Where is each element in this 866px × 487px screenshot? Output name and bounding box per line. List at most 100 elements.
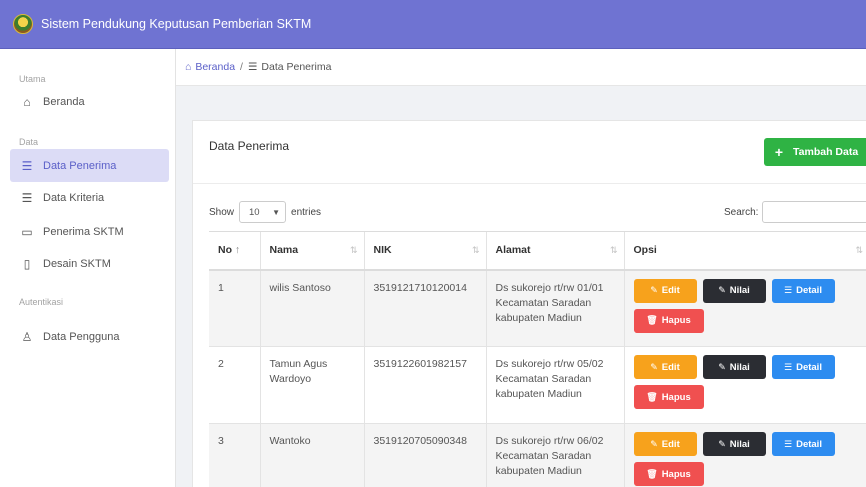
cell-nik: 3519121710120014 — [363, 269, 486, 347]
sidebar-item-label: Beranda — [43, 95, 85, 108]
regency-logo-icon — [13, 14, 33, 34]
sidebar-item-label: Desain SKTM — [43, 257, 111, 270]
home-icon[interactable]: ⌂ — [185, 61, 191, 73]
data-table: No ↑ Nama ⇅ NIK ⇅ Alamat ⇅ Opsi ⇅ 1 wilis Sa… — [209, 231, 866, 487]
top-navbar: Sistem Pendukung Keputusan Pemberian SKT… — [0, 0, 866, 49]
cell-no: 3 — [209, 423, 260, 487]
column-header-nik[interactable]: NIK ⇅ — [363, 231, 486, 271]
table-row: 1 wilis Santoso 3519121710120014 Ds suko… — [209, 269, 866, 347]
cell-alamat: Ds sukorejo rt/rw 01/01 Kecamatan Sarada… — [485, 269, 624, 347]
database-icon: ☰ — [784, 285, 793, 295]
database-icon: ☰ — [784, 438, 793, 449]
sidebar-item-desain-sktm[interactable]: ▯ Desain SKTM — [10, 247, 169, 280]
sidebar-section-autentikasi: Autentikasi — [19, 297, 64, 307]
column-header-no[interactable]: No ↑ — [209, 231, 260, 271]
hapus-button[interactable]: 🗑 Hapus — [633, 308, 704, 333]
table-header-row: No ↑ Nama ⇅ NIK ⇅ Alamat ⇅ Opsi ⇅ — [209, 231, 866, 271]
cell-nama: Tamun Agus Wardoyo — [259, 346, 364, 424]
entries-length-control: Show 10 ▼ entries — [209, 201, 321, 223]
sidebar-item-label: Data Pengguna — [43, 330, 120, 343]
card-divider — [193, 183, 866, 184]
user-icon: ♙ — [21, 329, 33, 344]
trash-icon: 🗑 — [646, 391, 658, 402]
nilai-button[interactable]: ✎ Nilai — [702, 278, 766, 303]
cell-nama: wilis Santoso — [259, 269, 364, 347]
sidebar-item-beranda[interactable]: ⌂ Beranda — [10, 85, 169, 118]
sidebar: Utama ⌂ Beranda Data ☰ Data Penerima ☰ D… — [0, 49, 176, 487]
search-control: Search: — [724, 201, 866, 223]
show-label: Show — [209, 206, 235, 218]
sort-icon: ⇅ — [349, 245, 358, 255]
sort-icon: ⇅ — [855, 245, 863, 255]
cell-no: 2 — [209, 346, 260, 424]
breadcrumb-separator: / — [240, 61, 243, 73]
app-title[interactable]: Sistem Pendukung Keputusan Pemberian SKT… — [41, 17, 311, 31]
data-penerima-card: Data Penerima + Tambah Data Show 10 ▼ en… — [192, 120, 866, 487]
cell-nik: 3519122601982157 — [363, 346, 486, 424]
cell-opsi: ✎ Edit ✎ Nilai ☰ Detail 🗑 Hapus — [623, 346, 866, 424]
sidebar-item-data-pengguna[interactable]: ♙ Data Pengguna — [10, 320, 169, 353]
sidebar-item-label: Data Penerima — [43, 159, 117, 172]
detail-button[interactable]: ☰ Detail — [771, 355, 835, 379]
column-header-opsi[interactable]: Opsi ⇅ — [623, 231, 866, 271]
edit-icon: ✎ — [650, 438, 658, 449]
column-header-nama[interactable]: Nama ⇅ — [259, 231, 364, 271]
entries-label: entries — [291, 206, 322, 218]
hapus-button[interactable]: 🗑 Hapus — [633, 385, 704, 409]
breadcrumb: ⌂ Beranda / ☰ Data Penerima — [176, 49, 866, 86]
file-icon: ▯ — [23, 256, 31, 271]
edit-icon: ✎ — [718, 285, 726, 295]
cell-opsi: ✎ Edit ✎ Nilai ☰ Detail 🗑 Hapus — [623, 269, 866, 347]
cell-alamat: Ds sukorejo rt/rw 05/02 Kecamatan Sarada… — [485, 346, 624, 424]
edit-icon: ✎ — [650, 361, 658, 372]
sidebar-item-data-penerima[interactable]: ☰ Data Penerima — [10, 149, 169, 182]
table-row: 2 Tamun Agus Wardoyo 3519122601982157 Ds… — [209, 346, 866, 424]
home-icon: ⌂ — [23, 94, 31, 109]
list-icon: ☰ — [21, 158, 33, 173]
edit-button[interactable]: ✎ Edit — [633, 278, 697, 303]
edit-button[interactable]: ✎ Edit — [633, 432, 697, 456]
add-data-label: Tambah Data — [793, 146, 859, 158]
sidebar-item-label: Penerima SKTM — [43, 225, 124, 238]
nilai-button[interactable]: ✎ Nilai — [702, 432, 766, 456]
entries-value: 10 — [249, 206, 260, 218]
breadcrumb-home-link[interactable]: Beranda — [195, 61, 235, 73]
sort-asc-icon: ↑ — [234, 244, 241, 257]
detail-button[interactable]: ☰ Detail — [771, 432, 835, 456]
hapus-button[interactable]: 🗑 Hapus — [633, 462, 704, 486]
entries-select[interactable]: 10 ▼ — [239, 201, 287, 223]
sidebar-item-data-kriteria[interactable]: ☰ Data Kriteria — [10, 181, 169, 214]
edit-icon: ✎ — [650, 285, 658, 295]
trash-icon: 🗑 — [646, 315, 658, 325]
database-icon: ☰ — [784, 361, 793, 372]
database-icon: ☰ — [247, 61, 258, 73]
sort-icon: ⇅ — [609, 245, 618, 255]
list-icon: ☰ — [21, 190, 33, 205]
breadcrumb-current: Data Penerima — [261, 61, 332, 73]
sidebar-section-utama: Utama — [19, 74, 46, 84]
nilai-button[interactable]: ✎ Nilai — [702, 355, 766, 379]
sidebar-item-label: Data Kriteria — [43, 191, 105, 204]
cell-nama: Wantoko — [259, 423, 364, 487]
edit-icon: ✎ — [718, 438, 726, 449]
sidebar-section-data: Data — [19, 137, 39, 147]
detail-button[interactable]: ☰ Detail — [771, 278, 835, 303]
card-title: Data Penerima — [209, 139, 290, 153]
cell-nik: 3519120705090348 — [363, 423, 486, 487]
edit-icon: ✎ — [718, 361, 726, 372]
search-label: Search: — [724, 206, 759, 218]
table-row: 3 Wantoko 3519120705090348 Ds sukorejo r… — [209, 423, 866, 487]
edit-button[interactable]: ✎ Edit — [633, 355, 697, 379]
cell-opsi: ✎ Edit ✎ Nilai ☰ Detail 🗑 Hapus — [623, 423, 866, 487]
plus-icon: + — [774, 144, 784, 160]
calendar-icon: ▭ — [21, 224, 33, 239]
trash-icon: 🗑 — [646, 468, 658, 479]
search-input[interactable] — [762, 201, 866, 223]
sort-icon: ⇅ — [471, 245, 480, 255]
add-data-button[interactable]: + Tambah Data — [764, 138, 866, 166]
cell-alamat: Ds sukorejo rt/rw 06/02 Kecamatan Sarada… — [485, 423, 624, 487]
cell-no: 1 — [209, 269, 260, 347]
column-header-alamat[interactable]: Alamat ⇅ — [485, 231, 624, 271]
chevron-down-icon: ▼ — [272, 207, 281, 217]
sidebar-item-penerima-sktm[interactable]: ▭ Penerima SKTM — [10, 215, 169, 248]
